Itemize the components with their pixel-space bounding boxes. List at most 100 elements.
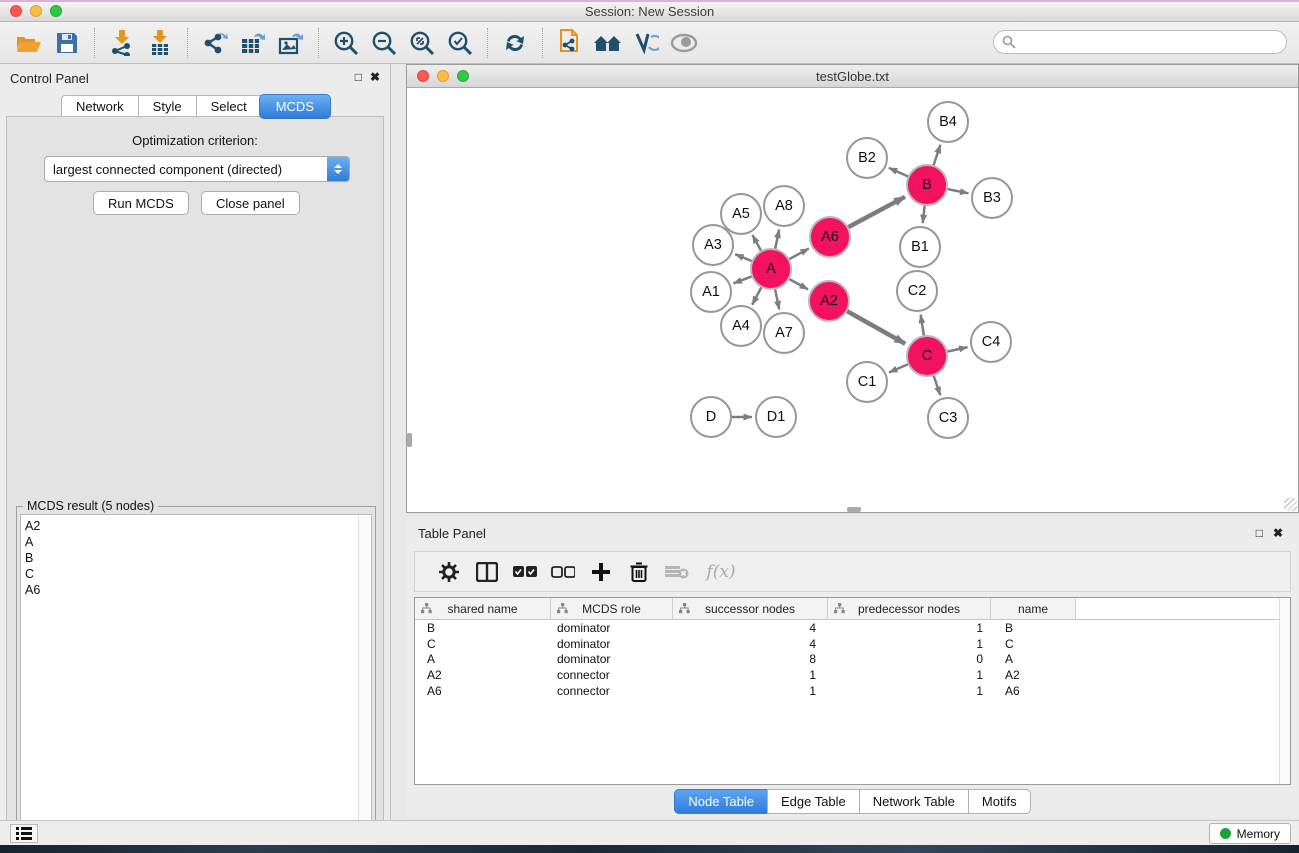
result-item[interactable]: B: [25, 550, 371, 566]
run-mcds-button[interactable]: Run MCDS: [93, 191, 189, 215]
memory-button[interactable]: Memory: [1209, 823, 1291, 844]
graph-node-B2[interactable]: B2: [846, 137, 888, 179]
task-history-button[interactable]: [10, 824, 38, 843]
graphics-details-button[interactable]: [629, 26, 663, 60]
network-view-window: testGlobe.txt AA1A2A3A4A5A6A7A8BB1B2B3B4…: [406, 64, 1299, 513]
network-window-titlebar: testGlobe.txt: [407, 65, 1298, 88]
close-panel-button[interactable]: Close panel: [201, 191, 300, 215]
table-scrollbar[interactable]: [1279, 598, 1290, 784]
table-row[interactable]: Cdominator41C: [415, 636, 1290, 652]
import-network-icon: [110, 30, 134, 56]
graph-node-A4[interactable]: A4: [720, 305, 762, 347]
graph-node-A5[interactable]: A5: [720, 193, 762, 235]
graph-node-D1[interactable]: D1: [755, 396, 797, 438]
cell: C: [415, 637, 551, 651]
column-header-MCDS-role[interactable]: MCDS role: [551, 598, 673, 619]
table-panel-title: Table Panel: [418, 526, 486, 541]
function-builder-button[interactable]: f(x): [699, 557, 743, 587]
vertical-scroll-thumb[interactable]: [407, 433, 412, 447]
show-hide-button[interactable]: [667, 26, 701, 60]
delete-table-button[interactable]: [661, 557, 693, 587]
float-panel-icon[interactable]: □: [355, 70, 362, 84]
graph-node-D[interactable]: D: [690, 396, 732, 438]
import-table-button[interactable]: [143, 26, 177, 60]
search-icon: [1002, 35, 1016, 49]
create-column-button[interactable]: [585, 557, 617, 587]
refresh-button[interactable]: [498, 26, 532, 60]
cell: A2: [415, 668, 551, 682]
network-canvas[interactable]: AA1A2A3A4A5A6A7A8BB1B2B3B4CC1C2C3C4DD1: [407, 88, 1298, 512]
graph-node-C2[interactable]: C2: [896, 270, 938, 312]
tab-select[interactable]: Select: [196, 95, 261, 118]
tab-style[interactable]: Style: [138, 95, 196, 118]
result-item[interactable]: A: [25, 534, 371, 550]
graph-node-A1[interactable]: A1: [690, 271, 732, 313]
graph-node-C3[interactable]: C3: [927, 397, 969, 439]
table-settings-button[interactable]: [433, 557, 465, 587]
result-item[interactable]: A6: [25, 582, 371, 598]
graph-node-B4[interactable]: B4: [927, 101, 969, 143]
zoom-out-button[interactable]: [367, 26, 401, 60]
search-input[interactable]: [1016, 33, 1286, 51]
zoom-fit-button[interactable]: [405, 26, 439, 60]
graph-node-C1[interactable]: C1: [846, 361, 888, 403]
table-row[interactable]: Bdominator41B: [415, 620, 1290, 636]
node-table: shared nameMCDS rolesuccessor nodesprede…: [414, 597, 1291, 785]
graph-node-A8[interactable]: A8: [763, 185, 805, 227]
graph-node-B3[interactable]: B3: [971, 177, 1013, 219]
cell: A2: [991, 668, 1076, 682]
tab-edge-table[interactable]: Edge Table: [767, 789, 859, 814]
graph-node-A6[interactable]: A6: [809, 216, 851, 258]
graph-node-A2[interactable]: A2: [808, 280, 850, 322]
refresh-icon: [503, 31, 527, 55]
table-row[interactable]: A6connector11A6: [415, 683, 1290, 699]
graph-node-B1[interactable]: B1: [899, 226, 941, 268]
tab-network[interactable]: Network: [61, 95, 138, 118]
deselect-all-button[interactable]: [547, 557, 579, 587]
tab-node-table[interactable]: Node Table: [674, 789, 767, 814]
graph-node-A7[interactable]: A7: [763, 312, 805, 354]
graph-node-C[interactable]: C: [906, 335, 948, 377]
result-item[interactable]: C: [25, 566, 371, 582]
delete-column-button[interactable]: [623, 557, 655, 587]
column-header-successor-nodes[interactable]: successor nodes: [673, 598, 828, 619]
save-session-button[interactable]: [50, 26, 84, 60]
clone-network-button[interactable]: [553, 26, 587, 60]
tab-motifs[interactable]: Motifs: [968, 789, 1031, 814]
column-header-name[interactable]: name: [991, 598, 1076, 619]
table-body: Bdominator41BCdominator41CAdominator80AA…: [415, 620, 1290, 699]
column-header-predecessor-nodes[interactable]: predecessor nodes: [828, 598, 991, 619]
cell: B: [415, 621, 551, 635]
criterion-dropdown[interactable]: largest connected component (directed): [44, 156, 350, 182]
column-header-shared-name[interactable]: shared name: [415, 598, 551, 619]
cell: 1: [673, 668, 828, 682]
export-network-button[interactable]: [198, 26, 232, 60]
home-button[interactable]: [591, 26, 625, 60]
result-item[interactable]: A2: [25, 518, 371, 534]
tab-network-table[interactable]: Network Table: [859, 789, 968, 814]
close-table-panel-icon[interactable]: ✖: [1273, 526, 1283, 540]
table-row[interactable]: A2connector11A2: [415, 667, 1290, 683]
graph-node-A[interactable]: A: [750, 248, 792, 290]
horizontal-scroll-thumb[interactable]: [847, 507, 861, 512]
float-table-panel-icon[interactable]: □: [1256, 526, 1263, 540]
mcds-result-group: MCDS result (5 nodes) A2ABCA6: [16, 506, 376, 850]
show-columns-button[interactable]: [471, 557, 503, 587]
result-scrollbar[interactable]: [358, 516, 370, 846]
open-session-button[interactable]: [12, 26, 46, 60]
import-network-button[interactable]: [105, 26, 139, 60]
search-field[interactable]: [993, 30, 1287, 54]
tab-mcds[interactable]: MCDS: [259, 94, 331, 119]
graph-node-B[interactable]: B: [906, 164, 948, 206]
table-row[interactable]: Adominator80A: [415, 652, 1290, 668]
zoom-in-button[interactable]: [329, 26, 363, 60]
close-panel-icon[interactable]: ✖: [370, 70, 380, 84]
export-table-button[interactable]: [236, 26, 270, 60]
cell: 1: [828, 684, 991, 698]
select-all-button[interactable]: [509, 557, 541, 587]
export-image-button[interactable]: [274, 26, 308, 60]
zoom-selected-button[interactable]: [443, 26, 477, 60]
resize-grip-icon[interactable]: [1284, 498, 1297, 511]
graph-node-C4[interactable]: C4: [970, 321, 1012, 363]
memory-status-icon: [1220, 828, 1231, 839]
